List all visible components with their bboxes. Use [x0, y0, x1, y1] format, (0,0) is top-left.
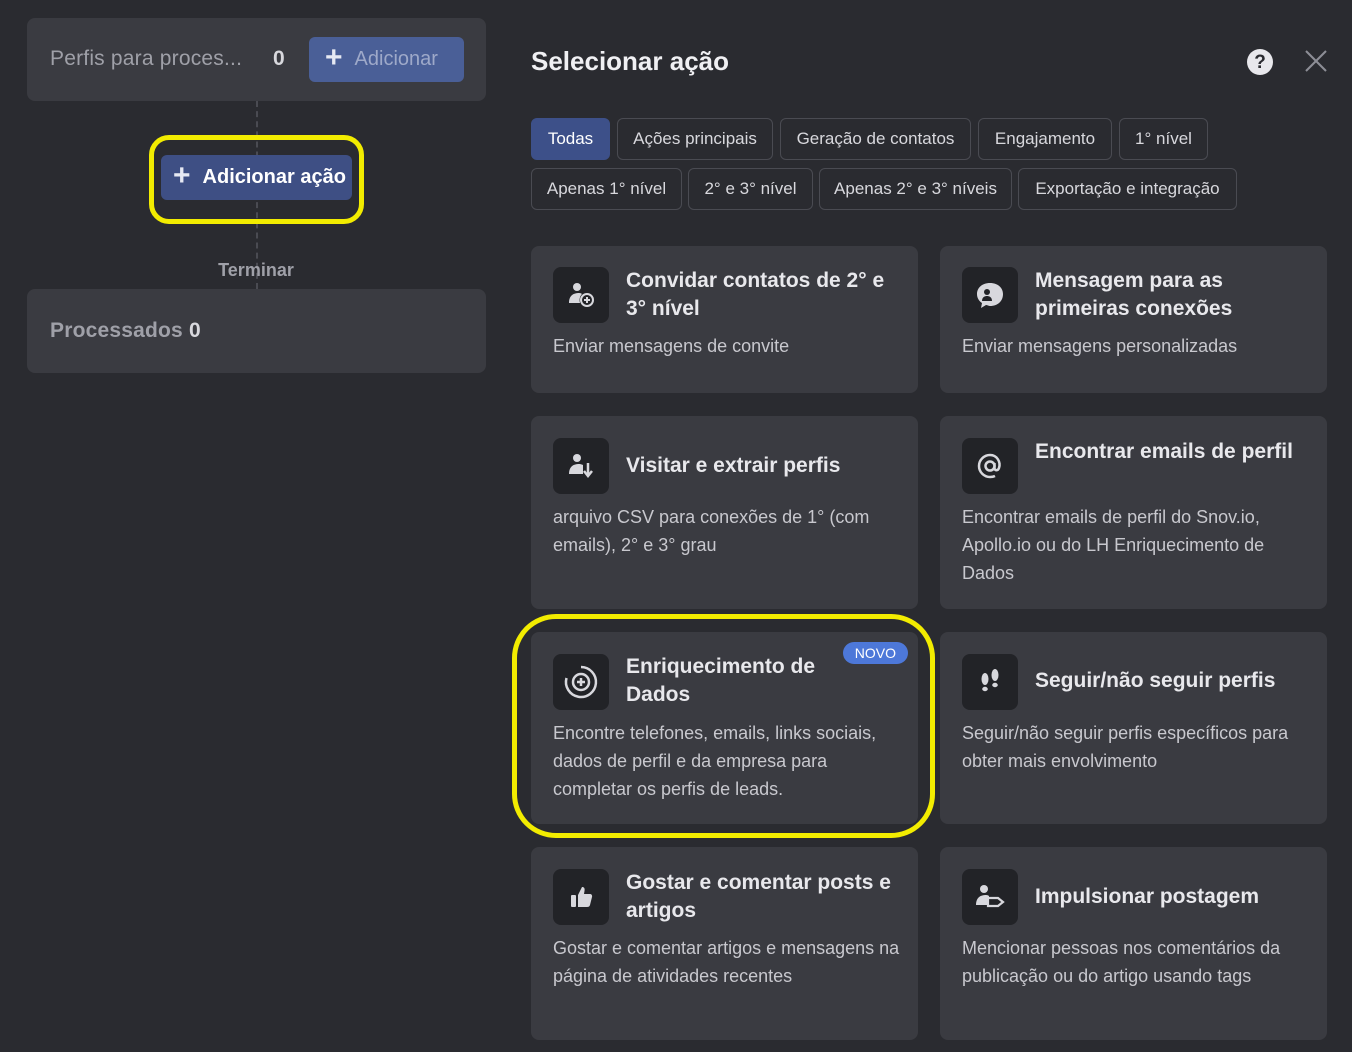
action-card-like-comment[interactable]: Gostar e comentar posts e artigos Gostar…	[531, 847, 918, 1040]
filter-chip-engajamento[interactable]: Engajamento	[978, 118, 1112, 160]
filter-chip-exportacao-integracao[interactable]: Exportação e integração	[1018, 168, 1237, 210]
chat-user-icon	[962, 267, 1018, 323]
filter-chip-acoes-principais[interactable]: Ações principais	[617, 118, 773, 160]
at-sign-icon	[962, 438, 1018, 494]
plus-icon: +	[173, 159, 191, 192]
card-title: Enriquecimento de Dados	[626, 655, 816, 706]
action-card-invite[interactable]: Convidar contatos de 2° e 3° nível Envia…	[531, 246, 918, 393]
panel-title: Selecionar ação	[531, 46, 729, 76]
action-card-data-enrichment[interactable]: NOVO Enriquecimento de Dados Encontre te…	[531, 632, 918, 824]
filter-chip-1-nivel[interactable]: 1° nível	[1119, 118, 1208, 160]
filter-chip-apenas-1-nivel[interactable]: Apenas 1° nível	[531, 168, 682, 210]
card-description: Enviar mensagens de convite	[553, 336, 790, 356]
card-description: Encontre telefones, emails, links sociai…	[553, 723, 877, 799]
card-title: Visitar e extrair perfis	[626, 454, 841, 477]
card-title: Gostar e comentar posts e artigos	[626, 871, 891, 922]
card-description: Seguir/não seguir perfis específicos par…	[962, 723, 1289, 771]
card-description: Enviar mensagens personalizadas	[962, 336, 1238, 356]
card-description: arquivo CSV para conexões de 1° (com ema…	[553, 507, 870, 555]
card-description: Mencionar pessoas nos comentários da pub…	[962, 938, 1281, 986]
user-download-icon	[553, 438, 609, 494]
processed-label: Processados	[50, 319, 183, 342]
action-card-boost-post[interactable]: Impulsionar postagem Mencionar pessoas n…	[940, 847, 1327, 1040]
filter-chip-2-3-nivel[interactable]: 2° e 3° nível	[688, 168, 813, 210]
plus-icon: +	[325, 41, 343, 74]
action-card-find-emails[interactable]: Encontrar emails de perfil Encontrar ema…	[940, 416, 1327, 609]
circle-plus-icon	[553, 654, 609, 710]
add-profiles-label: Adicionar	[354, 48, 438, 70]
profiles-label: Perfis para proces...	[50, 47, 243, 70]
processed-count: 0	[189, 319, 201, 342]
add-action-label: Adicionar ação	[202, 166, 346, 188]
card-title: Impulsionar postagem	[1035, 885, 1260, 908]
profiles-count: 0	[273, 47, 285, 70]
thumbs-up-icon	[553, 869, 609, 925]
card-title: Encontrar emails de perfil	[1035, 440, 1293, 463]
user-tag-icon	[962, 869, 1018, 925]
action-card-follow-unfollow[interactable]: Seguir/não seguir perfis Seguir/não segu…	[940, 632, 1327, 824]
card-description: Encontrar emails de perfil do Snov.io, A…	[962, 507, 1265, 583]
close-icon[interactable]	[1303, 48, 1329, 74]
card-title: Seguir/não seguir perfis	[1035, 669, 1276, 692]
user-plus-icon	[553, 267, 609, 323]
filter-chip-apenas-2-3-niveis[interactable]: Apenas 2° e 3° níveis	[819, 168, 1012, 210]
footsteps-icon	[962, 654, 1018, 710]
action-card-visit-extract[interactable]: Visitar e extrair perfis arquivo CSV par…	[531, 416, 918, 609]
card-title: Convidar contatos de 2° e 3° nível	[626, 269, 885, 320]
card-description: Gostar e comentar artigos e mensagens na…	[553, 938, 900, 986]
add-profiles-button[interactable]: + Adicionar	[309, 37, 464, 82]
profiles-to-process-box: Perfis para proces... 0 + Adicionar	[27, 18, 486, 101]
filter-chip-geracao-contatos[interactable]: Geração de contatos	[780, 118, 971, 160]
add-action-button[interactable]: + Adicionar ação	[161, 155, 352, 200]
processed-box: Processados 0	[27, 289, 486, 373]
help-icon[interactable]: ?	[1247, 49, 1273, 75]
finish-label: Terminar	[218, 260, 294, 280]
card-title: Mensagem para as primeiras conexões	[1035, 269, 1233, 320]
filter-chip-todas[interactable]: Todas	[531, 118, 610, 160]
action-card-message[interactable]: Mensagem para as primeiras conexões Envi…	[940, 246, 1327, 393]
